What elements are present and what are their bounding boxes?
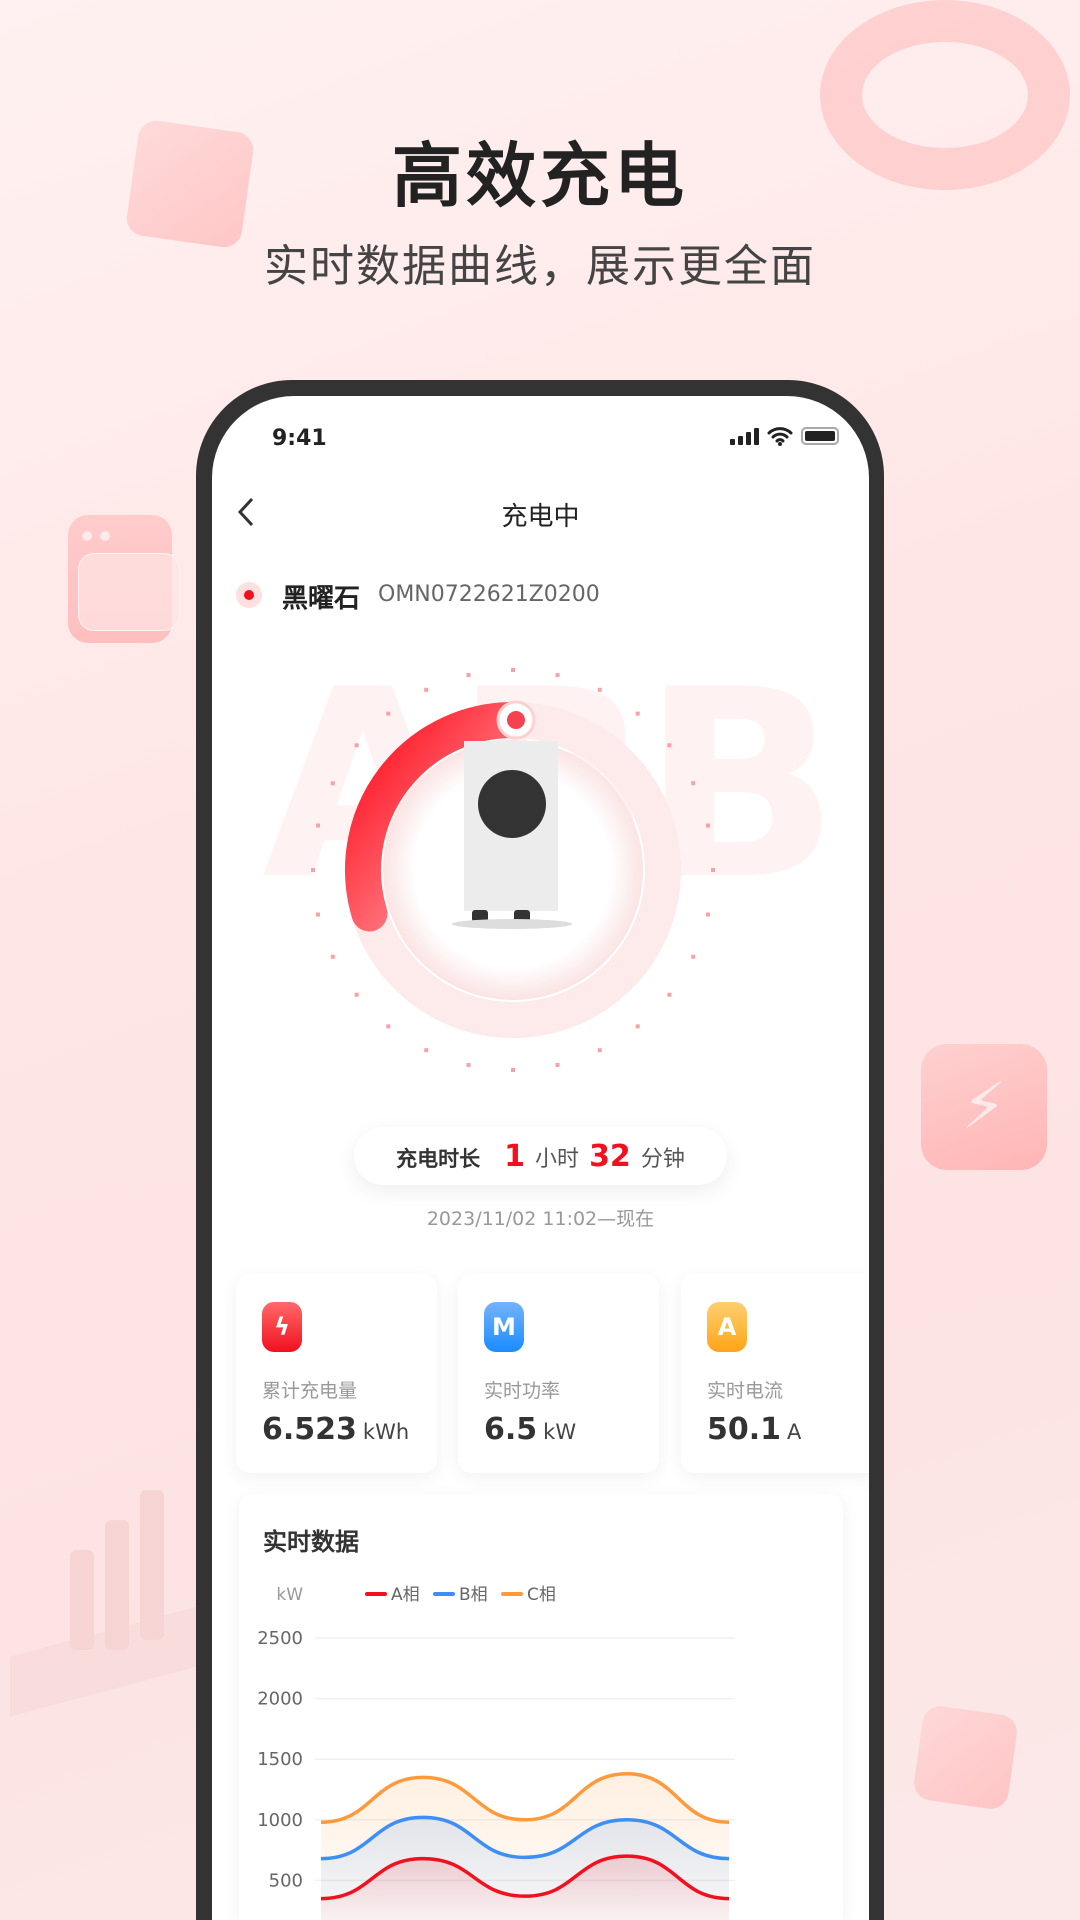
y-tick-label: 2000 xyxy=(257,1689,303,1710)
stat-value: 50.1 A xyxy=(707,1412,802,1447)
ring-tick-dot xyxy=(705,823,710,828)
decorative-chart-blocks xyxy=(10,1490,210,1717)
ring-tick-dot xyxy=(466,1062,471,1067)
legend-label: B相 xyxy=(459,1585,488,1605)
device-name: 黑曜石 xyxy=(282,584,361,614)
ring-tick-dot xyxy=(635,1024,640,1029)
status-time: 9:41 xyxy=(272,426,327,451)
stat-card-energy: ϟ 累计充电量 6.523 kWh xyxy=(236,1274,437,1473)
realtime-chart-card: 实时数据 kW 2500 2000 1500 1000 500 A相 B相 C相 xyxy=(239,1494,843,1920)
y-tick-label: 2500 xyxy=(257,1628,303,1649)
stat-card-current: A 实时电流 50.1 A xyxy=(681,1274,869,1473)
phone-screen: 9:41 充电中 黑曜石 OMN0722621Z0200 ABB 充电时长 1 … xyxy=(212,396,869,1920)
ring-tick-dot xyxy=(354,992,359,997)
ring-tick-dot xyxy=(691,954,696,959)
y-tick-label: 1000 xyxy=(257,1810,303,1831)
ring-tick-dot xyxy=(667,992,672,997)
ring-tick-dot xyxy=(555,1062,560,1067)
ring-tick-dot xyxy=(691,781,696,786)
charging-duration-pill: 充电时长 1 小时 32 分钟 xyxy=(354,1127,727,1185)
wifi-icon xyxy=(767,427,793,446)
ring-tick-dot xyxy=(311,868,315,872)
ring-tick-dot xyxy=(555,673,560,678)
y-axis-unit: kW xyxy=(276,1585,303,1605)
promo-subline: 实时数据曲线，展示更全面 xyxy=(264,241,816,292)
legend-label: A相 xyxy=(391,1585,420,1605)
ring-tick-dot xyxy=(354,743,359,748)
decorative-cube xyxy=(911,1703,1020,1812)
battery-icon xyxy=(801,427,839,445)
ring-tick-dot xyxy=(466,673,471,678)
ring-tick-dot xyxy=(386,1024,391,1029)
ring-tick-dot xyxy=(635,711,640,716)
power-wave-icon: M xyxy=(484,1302,524,1352)
device-id: OMN0722621Z0200 xyxy=(378,582,600,607)
ring-tick-dot xyxy=(667,743,672,748)
ring-tick-dot xyxy=(424,1048,429,1053)
stat-label: 累计充电量 xyxy=(262,1380,358,1402)
ring-tick-dot xyxy=(330,954,335,959)
stat-value: 6.5 kW xyxy=(484,1412,577,1447)
promo-headline: 高效充电 xyxy=(392,135,688,217)
duration-minutes: 32 xyxy=(589,1139,631,1174)
decorative-lightning-icon: ⚡ xyxy=(921,1044,1047,1170)
ring-tick-dot xyxy=(597,687,602,692)
lightning-icon: ϟ xyxy=(262,1302,302,1352)
realtime-chart: kW 2500 2000 1500 1000 500 A相 B相 C相 xyxy=(257,1585,735,1920)
ring-tick-dot xyxy=(511,1068,515,1072)
stat-label: 实时功率 xyxy=(484,1380,561,1402)
ring-tick-dot xyxy=(705,912,710,917)
duration-hours: 1 xyxy=(504,1139,526,1174)
minutes-unit: 分钟 xyxy=(640,1147,685,1172)
device-status-dot xyxy=(236,582,262,608)
stat-card-power: M 实时功率 6.5 kW xyxy=(458,1274,659,1473)
stat-label: 实时电流 xyxy=(707,1380,784,1402)
ring-tick-dot xyxy=(316,823,321,828)
ring-tick-dot xyxy=(597,1048,602,1053)
ampere-icon: A xyxy=(707,1302,747,1352)
decorative-charging-app-icon xyxy=(68,515,180,643)
status-icons xyxy=(730,426,839,446)
ring-tick-dot xyxy=(316,912,321,917)
ring-tick-dot xyxy=(711,868,715,872)
ring-tick-dot xyxy=(424,687,429,692)
ring-tick-dot xyxy=(386,711,391,716)
y-tick-label: 500 xyxy=(269,1870,303,1891)
stat-value: 6.523 kWh xyxy=(262,1412,410,1447)
hours-unit: 小时 xyxy=(535,1147,580,1172)
duration-label: 充电时长 xyxy=(396,1147,481,1171)
page-title: 充电中 xyxy=(501,502,580,532)
charging-start-time: 2023/11/02 11:02—现在 xyxy=(426,1208,655,1230)
ring-tick-dot xyxy=(330,781,335,786)
signal-icon xyxy=(730,427,759,445)
y-tick-label: 1500 xyxy=(257,1749,303,1770)
charging-progress-ring xyxy=(311,668,715,1072)
legend-label: C相 xyxy=(527,1585,556,1605)
ring-tick-dot xyxy=(511,668,515,672)
